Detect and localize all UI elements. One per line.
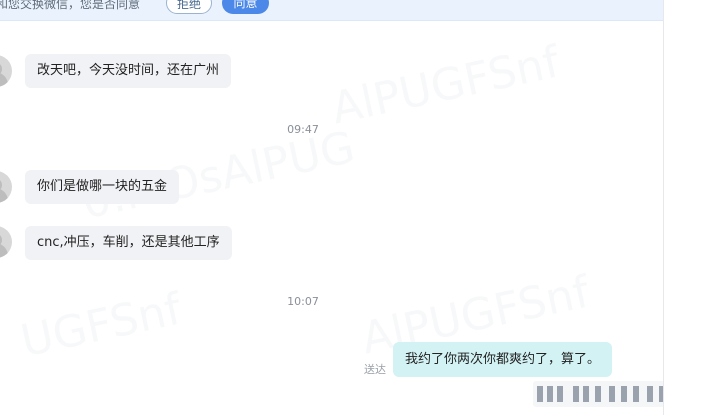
message-bubble-incoming: cnc,冲压，车削，还是其他工序: [25, 226, 232, 260]
avatar[interactable]: [0, 55, 12, 87]
message-bubble-incoming: 改天吧，今天没时间，还在广州: [25, 54, 232, 88]
message-timestamp: 10:07: [287, 295, 319, 308]
avatar[interactable]: [0, 226, 12, 258]
message-bubble-incoming: 你们是做哪一块的五金: [25, 170, 180, 204]
chat-pane: AlPUGFSnf 0:rcOsAlPUG UGFSnf AlPUGFSnf 和…: [0, 0, 663, 415]
delivery-status: 送达: [364, 363, 386, 376]
side-gutter: [664, 0, 714, 415]
avatar[interactable]: [0, 171, 12, 203]
accept-button[interactable]: 同意: [222, 0, 269, 14]
message-bubble-outgoing: 我约了你两次你都爽约了，算了。: [393, 342, 613, 377]
watermark: AlPUGFSnf: [327, 36, 564, 135]
watermark: UGFSnf: [16, 283, 186, 368]
reject-button[interactable]: 拒绝: [166, 0, 212, 14]
message-timestamp: 09:47: [287, 123, 319, 136]
request-text: 和您交换微信，您是否同意: [0, 0, 141, 11]
wechat-exchange-request-bar: 和您交换微信，您是否同意 拒绝 同意: [0, 0, 663, 21]
source-watermark: [533, 381, 663, 407]
